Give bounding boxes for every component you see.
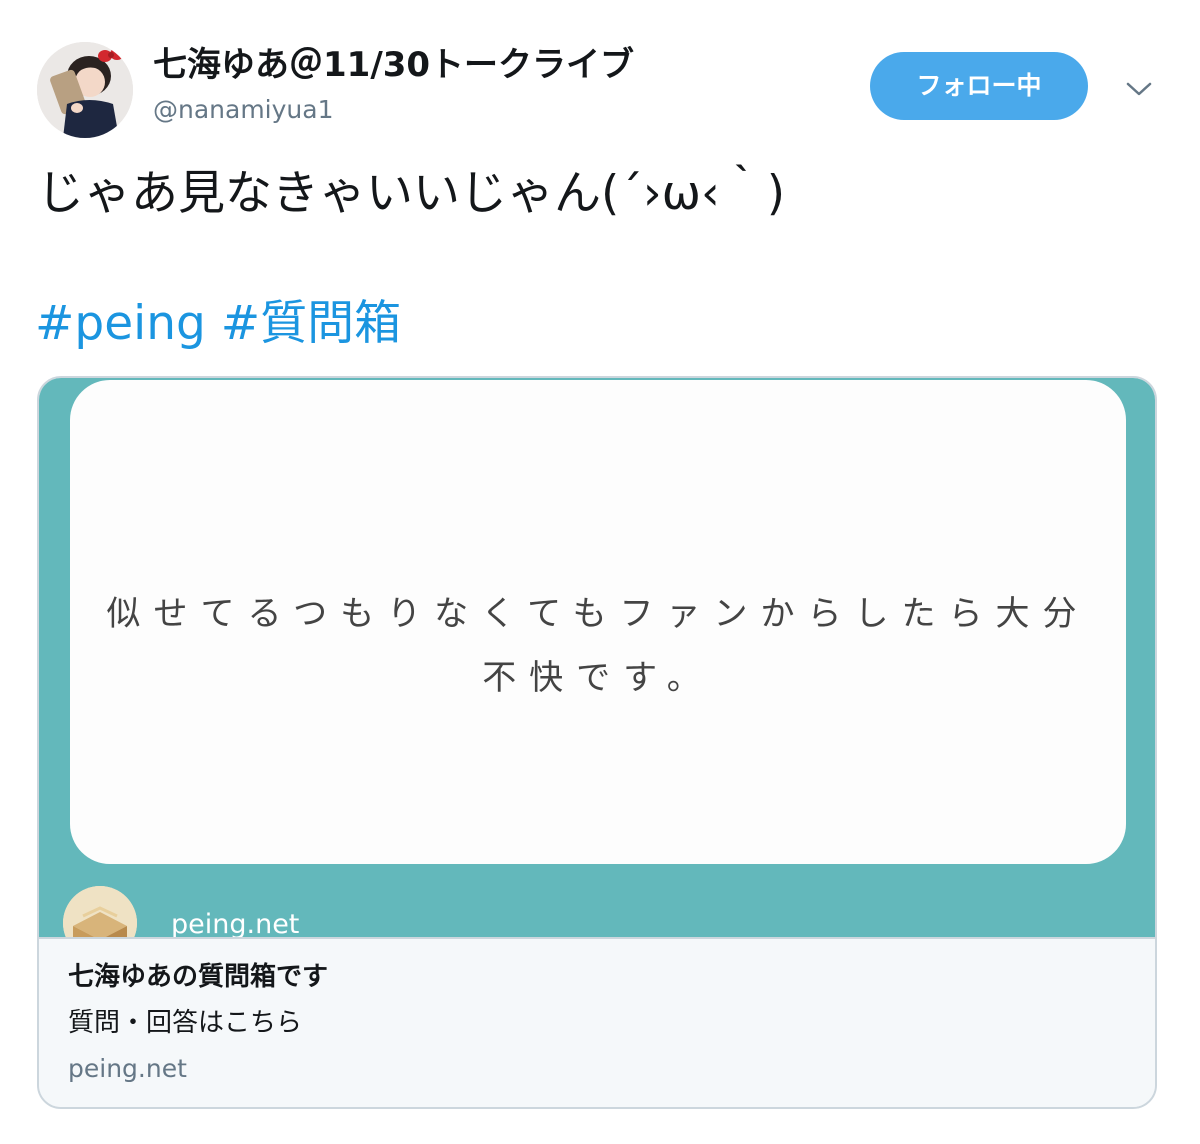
question-line-1: 似せてるつもりなくてもファンからしたら大分: [106, 594, 1090, 634]
avatar[interactable]: [37, 42, 133, 138]
link-card[interactable]: 似せてるつもりなくてもファンからしたら大分 不快です。 peing.net 七海…: [37, 376, 1157, 1109]
tweet: 七海ゆあ＠11/30トークライブ @nanamiyua1 フォロー中 じゃあ見な…: [0, 0, 1200, 1144]
tweet-text: じゃあ見なきゃいいじゃん(´›ω‹｀): [37, 166, 786, 221]
card-domain: peing.net: [68, 1054, 187, 1083]
card-image[interactable]: 似せてるつもりなくてもファンからしたら大分 不快です。 peing.net: [39, 378, 1155, 937]
hashtag-peing[interactable]: #peing: [35, 296, 206, 351]
peing-logo-icon: [63, 886, 137, 937]
card-image-domain: peing.net: [171, 909, 300, 937]
hashtag-question-box[interactable]: #質問箱: [221, 296, 401, 351]
card-description: 質問・回答はこちら: [68, 1008, 303, 1038]
display-name[interactable]: 七海ゆあ＠11/30トークライブ: [153, 40, 634, 90]
hashtag-row: #peing #質問箱: [35, 292, 401, 356]
following-button[interactable]: フォロー中: [870, 52, 1088, 120]
chevron-down-icon[interactable]: [1124, 74, 1154, 104]
user-handle[interactable]: @nanamiyua1: [153, 90, 334, 130]
card-title: 七海ゆあの質問箱です: [68, 962, 329, 992]
question-line-2: 不快です。: [482, 658, 714, 698]
question-text: 似せてるつもりなくてもファンからしたら大分 不快です。: [70, 582, 1126, 710]
card-info[interactable]: 七海ゆあの質問箱です 質問・回答はこちら peing.net: [39, 937, 1155, 1107]
question-panel: 似せてるつもりなくてもファンからしたら大分 不快です。: [70, 380, 1126, 864]
